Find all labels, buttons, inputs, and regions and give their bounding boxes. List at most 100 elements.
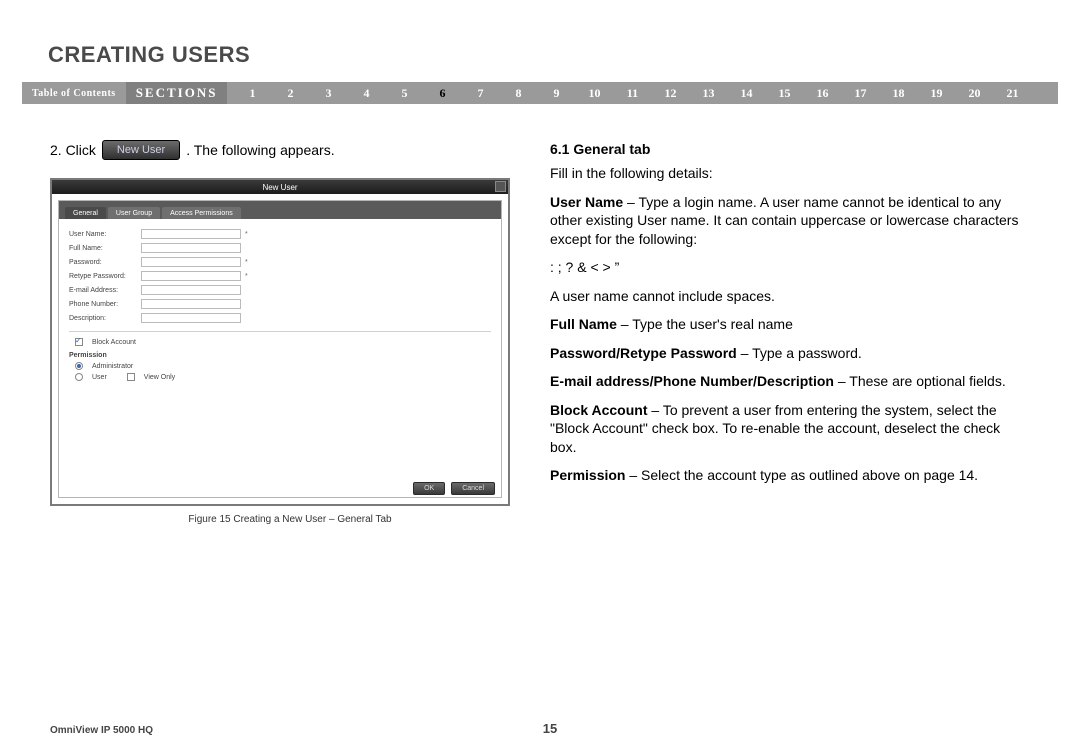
section-link-2[interactable]: 2 [271,86,309,101]
input-username[interactable] [141,229,241,239]
row-blockaccount: Block Account [69,338,491,346]
section-navbar: Table of Contents SECTIONS 1 2 3 4 5 6 7… [22,82,1058,104]
row-perm-admin: Administrator [69,362,491,370]
fullname-field-label: Full Name [550,316,617,332]
section-6-1-heading: 6.1 General tab [550,140,1030,158]
blockaccount-field-label: Block Account [550,402,648,418]
step-prefix: 2. Click [50,142,96,158]
form-area: User Name: * Full Name: Password: * [59,219,501,390]
label-user: User [92,374,107,381]
product-name: OmniView IP 5000 HQ [50,725,153,736]
close-icon[interactable] [495,181,506,192]
dialog-title-text: New User [262,183,297,192]
input-password[interactable] [141,257,241,267]
section-link-1[interactable]: 1 [233,86,271,101]
section-link-17[interactable]: 17 [841,86,879,101]
label-fullname: Full Name: [69,245,141,252]
section-link-12[interactable]: 12 [651,86,689,101]
nospaces-text: A user name cannot include spaces. [550,287,1030,305]
label-viewonly: View Only [144,374,175,381]
radio-administrator[interactable] [75,362,83,370]
section-link-8[interactable]: 8 [499,86,537,101]
section-link-16[interactable]: 16 [803,86,841,101]
permission-para: Permission – Select the account type as … [550,466,1030,484]
input-email[interactable] [141,285,241,295]
row-password: Password: * [69,255,491,269]
section-link-20[interactable]: 20 [955,86,993,101]
checkbox-viewonly[interactable] [127,373,135,381]
label-password: Password: [69,259,141,266]
separator [69,331,491,332]
section-numbers: 1 2 3 4 5 6 7 8 9 10 11 12 13 14 15 16 1… [227,82,1058,104]
section-link-4[interactable]: 4 [347,86,385,101]
row-username: User Name: * [69,227,491,241]
label-retype: Retype Password: [69,273,141,280]
optional-field-label: E-mail address/Phone Number/Description [550,373,834,389]
permission-field-label: Permission [550,467,625,483]
new-user-button-icon: New User [102,140,180,160]
section-link-9[interactable]: 9 [537,86,575,101]
password-field-label: Password/Retype Password [550,345,737,361]
row-description: Description: [69,311,491,325]
new-user-dialog: New User General User Group Access Permi… [50,178,510,506]
input-description[interactable] [141,313,241,323]
section-link-13[interactable]: 13 [689,86,727,101]
password-para: Password/Retype Password – Type a passwo… [550,344,1030,362]
toc-link[interactable]: Table of Contents [22,82,126,104]
section-link-18[interactable]: 18 [879,86,917,101]
label-administrator: Administrator [92,363,133,370]
cancel-button[interactable]: Cancel [451,482,495,495]
section-link-10[interactable]: 10 [575,86,613,101]
figure-caption: Figure 15 Creating a New User – General … [50,514,530,525]
dialog-titlebar: New User [52,180,508,194]
section-link-11[interactable]: 11 [613,86,651,101]
section-link-5[interactable]: 5 [385,86,423,101]
label-blockaccount: Block Account [92,339,136,346]
input-retype[interactable] [141,271,241,281]
step-2-line: 2. Click New User . The following appear… [50,140,530,160]
sections-label: SECTIONS [126,82,228,104]
section-link-14[interactable]: 14 [727,86,765,101]
section-link-21[interactable]: 21 [993,86,1031,101]
row-fullname: Full Name: [69,241,491,255]
manual-page: CREATING USERS Table of Contents SECTION… [0,0,1080,756]
optional-para: E-mail address/Phone Number/Description … [550,372,1030,390]
section-link-7[interactable]: 7 [461,86,499,101]
username-field-label: User Name [550,194,623,210]
permission-field-text: – Select the account type as outlined ab… [625,467,978,483]
left-column: 2. Click New User . The following appear… [50,140,530,525]
permission-heading: Permission [69,352,491,359]
input-phone[interactable] [141,299,241,309]
required-star: * [245,259,248,266]
input-fullname[interactable] [141,243,241,253]
fullname-field-text: – Type the user's real name [617,316,793,332]
password-field-text: – Type a password. [737,345,862,361]
page-number: 15 [543,721,557,736]
row-retype: Retype Password: * [69,269,491,283]
optional-field-text: – These are optional fields. [834,373,1006,389]
tab-usergroup[interactable]: User Group [108,207,160,219]
dialog-tabs: General User Group Access Permissions [59,201,501,219]
required-star: * [245,231,248,238]
page-title: CREATING USERS [48,42,250,68]
section-link-15[interactable]: 15 [765,86,803,101]
label-description: Description: [69,315,141,322]
checkbox-blockaccount[interactable] [75,338,83,346]
right-column: 6.1 General tab Fill in the following de… [550,140,1030,495]
forbidden-chars: : ; ? & < > ” [550,258,1030,276]
tab-access[interactable]: Access Permissions [162,207,241,219]
page-footer: OmniView IP 5000 HQ 15 [50,725,1050,736]
label-email: E-mail Address: [69,287,141,294]
section-link-19[interactable]: 19 [917,86,955,101]
section-link-3[interactable]: 3 [309,86,347,101]
step-suffix: . The following appears. [186,142,334,158]
radio-user[interactable] [75,373,83,381]
row-email: E-mail Address: [69,283,491,297]
dialog-body: General User Group Access Permissions Us… [58,200,502,498]
ok-button[interactable]: OK [413,482,445,495]
section-link-6[interactable]: 6 [423,86,461,101]
blockaccount-para: Block Account – To prevent a user from e… [550,401,1030,456]
label-phone: Phone Number: [69,301,141,308]
tab-general[interactable]: General [65,207,106,219]
row-phone: Phone Number: [69,297,491,311]
